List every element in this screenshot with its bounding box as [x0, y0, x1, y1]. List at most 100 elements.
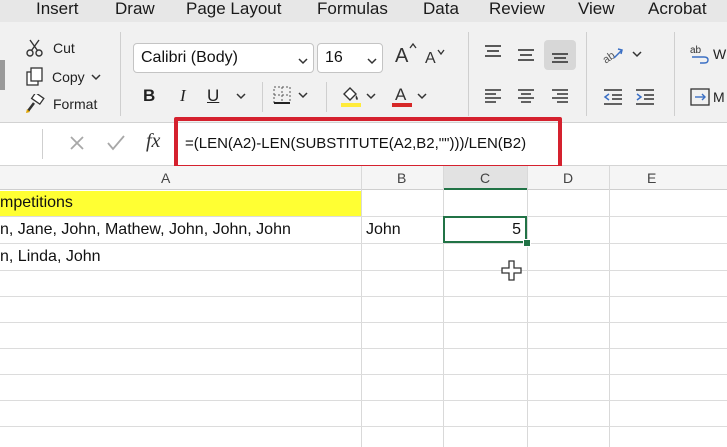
tab-view[interactable]: View — [578, 0, 615, 19]
font-size-select[interactable]: 16 — [317, 43, 383, 73]
increase-font-size-button[interactable]: A — [394, 42, 418, 66]
selected-cell-c2[interactable]: 5 — [443, 216, 527, 243]
font-name-value: Calibri (Body) — [141, 49, 238, 66]
ribbon-divider — [262, 82, 263, 112]
cell-a3[interactable]: n, Linda, John — [0, 248, 101, 266]
ribbon-divider — [120, 32, 121, 116]
format-painter-button[interactable]: Format — [25, 94, 97, 114]
decrease-indent-button[interactable] — [602, 88, 624, 106]
ribbon-tab-bar: Insert Draw Page Layout Formulas Data Re… — [0, 0, 727, 22]
font-shrink-icon: A — [424, 46, 446, 66]
italic-button[interactable]: I — [180, 86, 186, 106]
svg-text:A: A — [395, 85, 407, 104]
gridline-h — [0, 400, 727, 401]
tab-page-layout[interactable]: Page Layout — [186, 0, 281, 19]
paste-icon-partial[interactable] — [0, 40, 6, 110]
align-middle-button[interactable] — [516, 46, 536, 64]
column-header-a[interactable]: A — [0, 166, 361, 190]
formula-highlight-box — [174, 117, 562, 169]
gridline-h — [0, 322, 727, 323]
svg-text:ab: ab — [690, 45, 702, 56]
wrap-text-label: W — [713, 46, 727, 62]
ribbon-divider — [674, 32, 675, 116]
column-header-d[interactable]: D — [528, 166, 609, 190]
gridline-h — [0, 348, 727, 349]
underline-options-button[interactable] — [236, 92, 246, 100]
font-grow-icon: A — [394, 42, 418, 66]
font-color-button[interactable]: A — [391, 84, 427, 108]
cursor-cross-icon — [501, 260, 523, 287]
gridline-v — [609, 166, 610, 447]
fill-color-button[interactable] — [340, 84, 376, 108]
chevron-down-icon — [236, 92, 246, 100]
cancel-icon[interactable] — [68, 134, 86, 157]
gridline-h — [0, 216, 727, 217]
tab-insert[interactable]: Insert — [36, 0, 79, 19]
gridline-h — [0, 426, 727, 427]
orientation-button[interactable]: ab — [602, 44, 642, 64]
cut-label: Cut — [53, 40, 75, 56]
chevron-down-icon — [417, 92, 427, 100]
copy-button[interactable]: Copy — [25, 67, 101, 87]
borders-button[interactable] — [272, 85, 308, 105]
tab-draw[interactable]: Draw — [115, 0, 155, 19]
font-color-icon: A — [391, 84, 413, 108]
underline-button[interactable]: U — [207, 86, 219, 106]
decrease-font-size-button[interactable]: A — [424, 46, 446, 66]
chevron-down-icon — [298, 52, 308, 70]
chevron-down-icon — [367, 52, 377, 70]
ribbon-divider — [326, 82, 327, 112]
merge-center-button[interactable]: M — [690, 88, 725, 106]
align-middle-icon — [516, 46, 536, 64]
align-bottom-button[interactable] — [544, 40, 576, 70]
chevron-down-icon — [632, 50, 642, 58]
gridline-v — [361, 166, 362, 447]
column-header-e[interactable]: E — [610, 166, 727, 190]
wrap-text-icon: ab — [690, 44, 710, 64]
align-top-icon — [483, 44, 503, 62]
tab-acrobat[interactable]: Acrobat — [648, 0, 707, 19]
bold-button[interactable]: B — [143, 86, 155, 106]
chevron-down-icon — [91, 73, 101, 81]
gridline-v — [527, 166, 528, 447]
fill-handle[interactable] — [523, 239, 531, 247]
align-left-button[interactable] — [483, 88, 503, 106]
column-header-c[interactable]: C — [444, 166, 527, 190]
cell-c2-value: 5 — [512, 221, 521, 238]
merge-icon — [690, 88, 710, 106]
cell-a2[interactable]: n, Jane, John, Mathew, John, John, John — [0, 221, 291, 239]
cell-b2[interactable]: John — [366, 221, 401, 239]
tab-formulas[interactable]: Formulas — [317, 0, 388, 19]
align-center-button[interactable] — [516, 88, 536, 106]
svg-text:A: A — [425, 50, 436, 66]
increase-indent-button[interactable] — [634, 88, 656, 106]
gridline-v — [443, 166, 444, 447]
align-top-button[interactable] — [483, 44, 503, 62]
brush-icon — [25, 94, 45, 114]
chevron-down-icon — [298, 91, 308, 99]
tab-data[interactable]: Data — [423, 0, 459, 19]
gridline-h — [0, 243, 727, 244]
cell-a1[interactable]: mpetitions — [0, 194, 73, 212]
insert-function-button[interactable]: fx — [146, 130, 160, 153]
outdent-icon — [602, 88, 624, 106]
borders-icon — [272, 85, 292, 105]
copy-label: Copy — [52, 69, 85, 85]
cut-button[interactable]: Cut — [25, 39, 75, 57]
gridline-h — [0, 374, 727, 375]
align-right-button[interactable] — [550, 88, 570, 106]
tab-review[interactable]: Review — [489, 0, 545, 19]
column-header-b[interactable]: B — [362, 166, 443, 190]
font-name-select[interactable]: Calibri (Body) — [133, 43, 314, 73]
paint-bucket-icon — [340, 84, 362, 108]
merge-label: M — [713, 89, 725, 105]
font-size-value: 16 — [325, 49, 343, 66]
format-label: Format — [53, 96, 98, 112]
wrap-text-button[interactable]: ab W — [690, 44, 726, 64]
align-center-icon — [516, 88, 536, 106]
name-box[interactable] — [0, 129, 43, 159]
indent-icon — [634, 88, 656, 106]
enter-check-icon[interactable] — [106, 134, 126, 157]
ribbon-home: Cut Copy Format Calibri (Body) 16 A A B … — [0, 22, 727, 123]
text-orientation-icon: ab — [602, 44, 626, 64]
